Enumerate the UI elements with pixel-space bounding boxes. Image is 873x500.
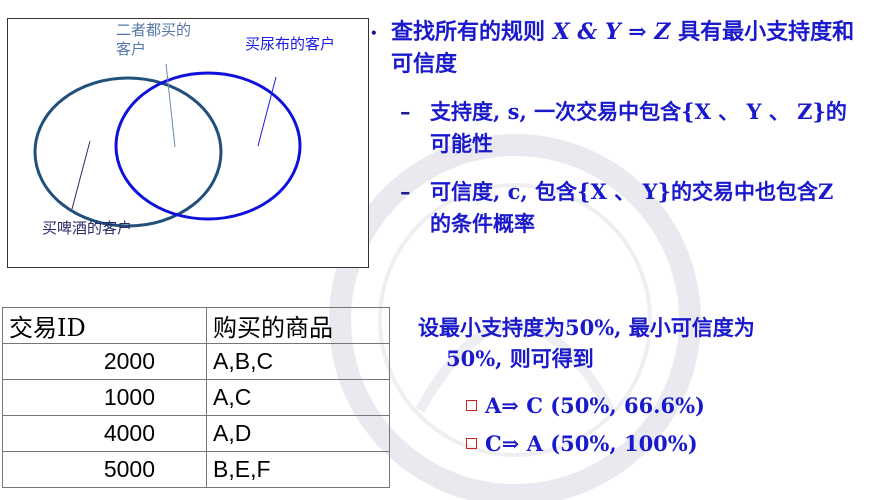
dash-marker: – (400, 99, 411, 124)
derived-rule-1-text: A⇒ C (50%, 66.6%) (485, 393, 705, 418)
transaction-id-cell: 5000 (2, 451, 207, 488)
confidence-text: 可信度, c, 包含{X 、 Y}的交易中也包含Z的条件概率 (430, 179, 834, 236)
header-items: 购买的商品 (206, 307, 390, 344)
table-row: 1000 A,C (2, 379, 390, 416)
header-transaction-id: 交易ID (2, 307, 207, 344)
bullet-icon: • (370, 26, 378, 40)
both-pointer-line (165, 63, 176, 148)
beer-pointer-line (71, 140, 91, 210)
items-cell: A,D (206, 415, 390, 452)
square-bullet-icon (466, 438, 477, 449)
threshold-line-2: 50%, 则可得到 (446, 346, 594, 371)
transactions-table: 交易ID 购买的商品 2000 A,B,C 1000 A,C 4000 A,D … (2, 307, 390, 488)
items-cell: A,B,C (206, 343, 390, 380)
beer-customers-label: 买啤酒的客户 (42, 219, 133, 237)
items-cell: B,E,F (206, 451, 390, 488)
main-rule-statement: 查找所有的规则 X & Y ⇒ Z 具有最小支持度和可信度 (391, 16, 871, 80)
venn-diagram: 二者都买的客户 买尿布的客户 买啤酒的客户 (7, 18, 369, 268)
diaper-customers-circle (114, 71, 302, 221)
threshold-line-1: 设最小支持度为50%, 最小可信度为 (418, 315, 755, 340)
table-row: 4000 A,D (2, 415, 390, 452)
derived-rule-2: C⇒ A (50%, 100%) (466, 428, 698, 459)
beer-customers-circle (33, 76, 223, 228)
transaction-id-cell: 4000 (2, 415, 207, 452)
derived-rule-1: A⇒ C (50%, 66.6%) (466, 390, 705, 421)
table-row: 5000 B,E,F (2, 451, 390, 488)
main-rule-prefix: 查找所有的规则 (391, 19, 546, 45)
table-row: 2000 A,B,C (2, 343, 390, 380)
square-bullet-icon (466, 400, 477, 411)
support-text: 支持度, s, 一次交易中包含{X 、 Y 、 Z}的可能性 (430, 99, 847, 156)
table-header-row: 交易ID 购买的商品 (2, 307, 390, 344)
transaction-id-cell: 1000 (2, 379, 207, 416)
both-customers-label: 二者都买的客户 (116, 21, 192, 58)
derived-rule-2-text: C⇒ A (50%, 100%) (485, 431, 698, 456)
main-rule-formula: X & Y ⇒ Z (552, 19, 671, 45)
dash-marker: – (400, 179, 411, 204)
diaper-customers-label: 买尿布的客户 (245, 35, 336, 53)
items-cell: A,C (206, 379, 390, 416)
transaction-id-cell: 2000 (2, 343, 207, 380)
